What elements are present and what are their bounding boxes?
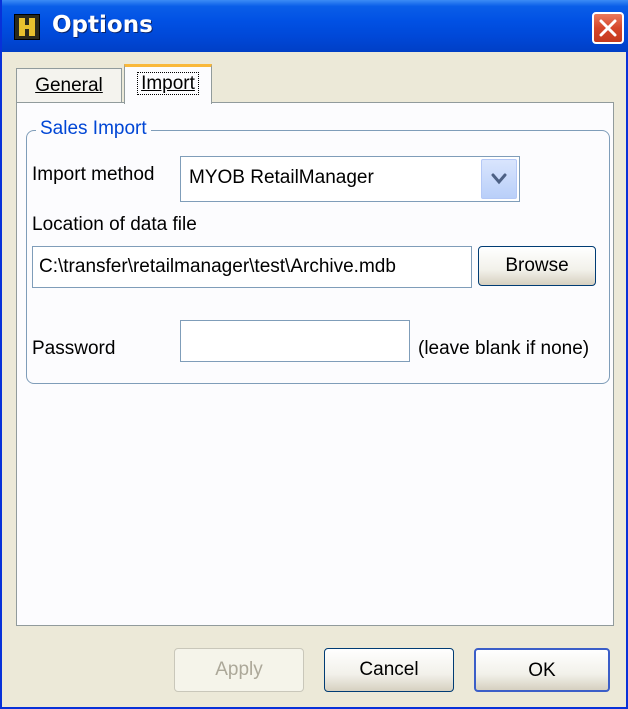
tab-import-label: Import — [137, 72, 199, 95]
location-label: Location of data file — [32, 214, 197, 235]
password-hint: (leave blank if none) — [418, 338, 590, 359]
data-file-path-input[interactable]: C:\transfer\retailmanager\test\Archive.m… — [32, 246, 472, 288]
sales-import-group-label: Sales Import — [36, 118, 151, 140]
tab-general-label: General — [35, 75, 103, 96]
dropdown-button[interactable] — [481, 159, 517, 199]
app-icon — [14, 14, 40, 40]
browse-button[interactable]: Browse — [478, 246, 596, 286]
import-method-value: MYOB RetailManager — [189, 167, 374, 188]
password-label: Password — [32, 338, 116, 359]
import-method-label: Import method — [32, 164, 155, 185]
close-button[interactable] — [592, 12, 624, 44]
ok-button[interactable]: OK — [474, 648, 610, 692]
title-bar[interactable]: Options — [2, 0, 628, 52]
tab-import[interactable]: Import — [124, 64, 212, 104]
password-field[interactable] — [180, 320, 410, 362]
chevron-down-icon — [491, 173, 507, 185]
tab-general[interactable]: General — [16, 68, 122, 102]
apply-button[interactable]: Apply — [174, 648, 304, 692]
close-icon — [599, 19, 617, 37]
import-method-select[interactable]: MYOB RetailManager — [180, 156, 520, 202]
options-window: Options General Import Sales Import Impo… — [0, 0, 628, 709]
cancel-button[interactable]: Cancel — [324, 648, 454, 692]
window-title: Options — [52, 12, 153, 38]
